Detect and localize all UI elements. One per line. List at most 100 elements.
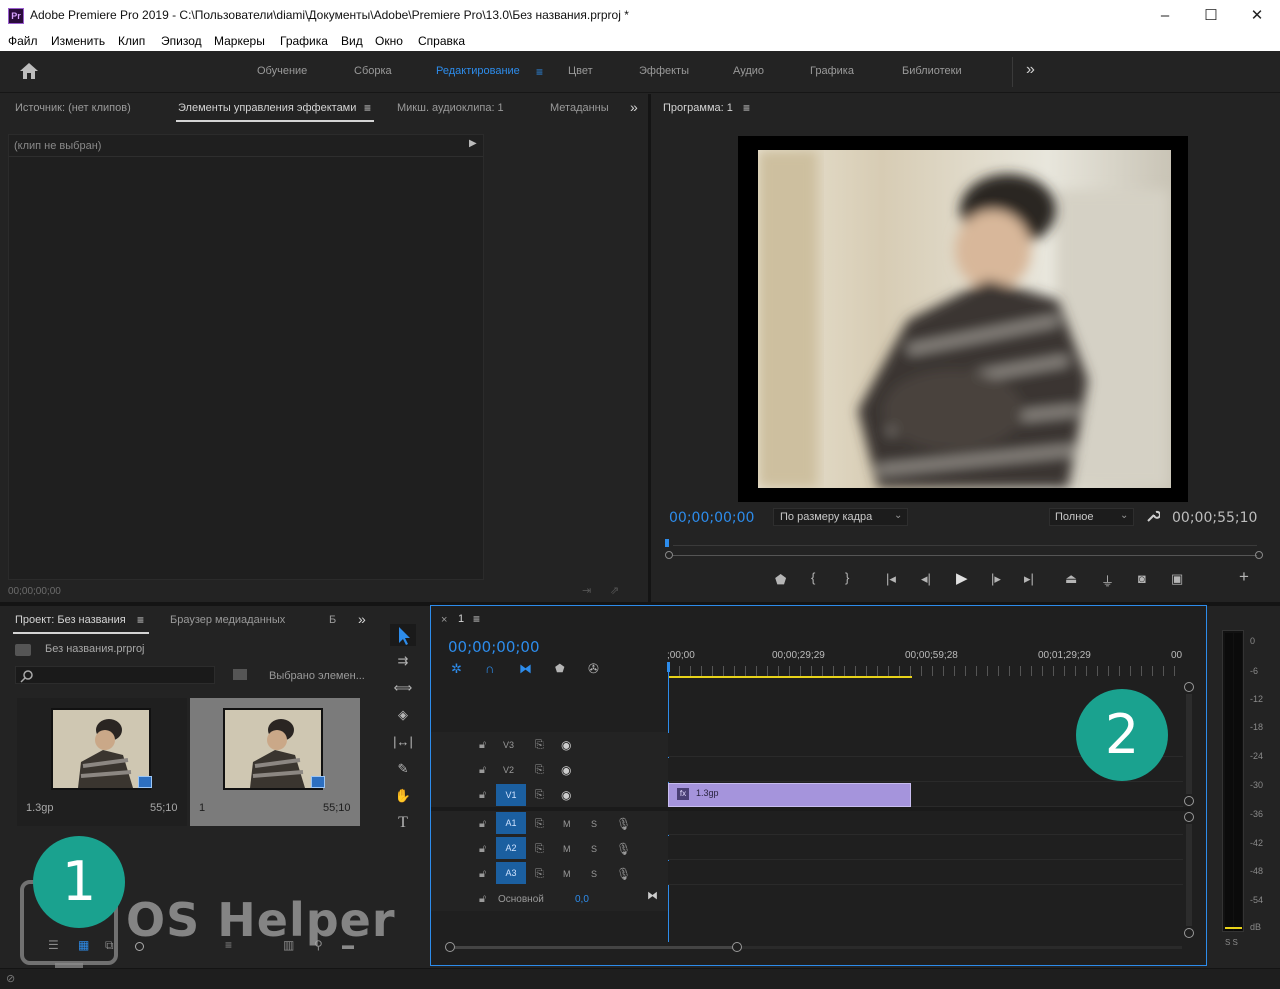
program-scrubber[interactable]	[665, 539, 1265, 559]
add-marker-icon[interactable]: ⬟	[775, 572, 786, 588]
microphone-icon[interactable]: 🎙︎	[616, 842, 631, 856]
sync-lock-icon[interactable]: ⎘	[535, 764, 544, 777]
audio-scrollbar[interactable]	[1186, 824, 1192, 926]
lock-icon[interactable]: 🔓︎	[479, 739, 486, 752]
microphone-icon[interactable]: 🎙︎	[616, 867, 631, 881]
home-icon[interactable]	[19, 62, 39, 80]
razor-tool-icon[interactable]: ◈	[392, 707, 414, 723]
project-item[interactable]: 1 55;10	[190, 698, 360, 826]
close-sequence-icon[interactable]: ×	[441, 614, 447, 626]
selection-tool-icon[interactable]	[390, 624, 416, 646]
track-select-tool-icon[interactable]: ⇉	[392, 653, 414, 669]
workspace-graphics[interactable]: Графика	[810, 65, 854, 77]
go-to-start-icon[interactable]: ⧓	[647, 889, 658, 902]
track-label-v2[interactable]: V2	[503, 765, 514, 775]
mute-button[interactable]: M	[563, 869, 571, 879]
track-target-a3[interactable]: A3	[496, 862, 526, 884]
workspace-color[interactable]: Цвет	[568, 65, 593, 77]
workspace-menu-icon[interactable]: ≡	[536, 65, 543, 79]
video-scroll-handle[interactable]	[1184, 682, 1194, 692]
lock-icon[interactable]: 🔓︎	[479, 764, 486, 777]
lock-icon[interactable]: 🔓︎	[479, 789, 486, 802]
video-clip[interactable]: fx 1.3gp	[668, 783, 911, 807]
tab-media-browser[interactable]: Браузер медиаданных	[170, 614, 285, 626]
a3-lane[interactable]	[668, 861, 1183, 885]
timeline-settings-icon[interactable]: ✇	[588, 661, 599, 677]
solo-button[interactable]: S	[591, 844, 597, 854]
pen-tool-icon[interactable]: ✎	[392, 761, 414, 777]
program-title[interactable]: Программа: 1	[663, 102, 733, 114]
tab-effect-controls[interactable]: Элементы управления эффектами	[178, 102, 356, 114]
tab-audio-clip-mixer[interactable]: Микш. аудиоклипа: 1	[397, 102, 504, 114]
sync-lock-icon[interactable]: ⎘	[535, 789, 544, 802]
lift-icon[interactable]: ⏏	[1065, 571, 1077, 587]
sync-lock-icon[interactable]: ⎘	[535, 843, 544, 856]
type-tool-icon[interactable]: T	[392, 814, 414, 832]
fit-dropdown[interactable]: По размеру кадра ⌄	[773, 508, 908, 526]
solo-button[interactable]: S	[591, 819, 597, 829]
menu-window[interactable]: Окно	[375, 34, 403, 48]
h-scroll-start[interactable]	[445, 942, 455, 952]
program-current-timecode[interactable]: 00;00;00;00	[669, 510, 754, 526]
panel-more-icon[interactable]: »	[630, 99, 638, 115]
workspace-learning[interactable]: Обучение	[257, 65, 307, 77]
menu-markers[interactable]: Маркеры	[214, 34, 265, 48]
linked-selection-icon[interactable]: ⧓	[519, 661, 532, 677]
new-bin-icon[interactable]	[233, 669, 247, 680]
menu-help[interactable]: Справка	[418, 34, 465, 48]
timeline-playhead-head[interactable]	[667, 662, 670, 672]
close-button[interactable]: ✕	[1234, 0, 1280, 31]
mute-button[interactable]: M	[563, 844, 571, 854]
step-back-icon[interactable]: ◂|	[921, 571, 931, 587]
step-forward-icon[interactable]: |▸	[991, 571, 1001, 587]
maximize-button[interactable]: ☐	[1188, 0, 1234, 31]
minimize-button[interactable]: –	[1142, 0, 1188, 31]
sequence-tab[interactable]: 1	[458, 613, 464, 625]
a2-lane[interactable]	[668, 836, 1183, 860]
audio-scroll-handle[interactable]	[1184, 928, 1194, 938]
menu-graphics[interactable]: Графика	[280, 34, 328, 48]
tab-source[interactable]: Источник: (нет клипов)	[15, 102, 131, 114]
go-to-out-icon[interactable]: ▸|	[1024, 571, 1034, 587]
tab-metadata[interactable]: Метаданны	[550, 102, 609, 114]
quality-dropdown[interactable]: Полное ⌄	[1049, 508, 1134, 526]
workspace-editing[interactable]: Редактирование	[436, 65, 520, 77]
sync-lock-icon[interactable]: ⎘	[535, 868, 544, 881]
sequence-menu-icon[interactable]: ≡	[473, 612, 480, 626]
tab-menu-icon[interactable]: ≡	[364, 101, 371, 115]
menu-clip[interactable]: Клип	[118, 34, 145, 48]
mute-button[interactable]: M	[563, 819, 571, 829]
eye-icon[interactable]: ◉	[561, 788, 571, 802]
track-target-a2[interactable]: A2	[496, 837, 526, 859]
project-menu-icon[interactable]: ≡	[137, 613, 144, 627]
slip-tool-icon[interactable]: |↔|	[392, 734, 414, 749]
extract-icon[interactable]: ⏚	[1101, 571, 1114, 590]
project-search-input[interactable]	[15, 666, 215, 684]
menu-edit[interactable]: Изменить	[51, 34, 105, 48]
play-button-icon[interactable]: ▶	[956, 569, 968, 587]
add-button-icon[interactable]: +	[1239, 567, 1249, 587]
lock-icon[interactable]: 🔓︎	[479, 868, 486, 881]
track-label-v3[interactable]: V3	[503, 740, 514, 750]
scroll-end-handle[interactable]	[1255, 551, 1263, 559]
ripple-edit-tool-icon[interactable]: ⟺	[392, 680, 414, 696]
menu-sequence[interactable]: Эпизод	[161, 34, 202, 48]
camera-icon[interactable]: ◙	[1138, 571, 1146, 586]
meter-solo-buttons[interactable]: S S	[1225, 938, 1238, 947]
timeline-timecode[interactable]: 00;00;00;00	[448, 638, 540, 656]
eye-icon[interactable]: ◉	[561, 763, 571, 777]
sync-lock-icon[interactable]: ⎘	[535, 818, 544, 831]
audio-scroll-handle[interactable]	[1184, 812, 1194, 822]
master-volume-value[interactable]: 0,0	[575, 894, 589, 905]
add-marker-icon[interactable]: ⬟	[555, 662, 565, 675]
track-target-v1[interactable]: V1	[496, 784, 526, 806]
h-scroll-end[interactable]	[732, 942, 742, 952]
hand-tool-icon[interactable]: ✋	[392, 788, 414, 804]
solo-button[interactable]: S	[591, 869, 597, 879]
microphone-icon[interactable]: 🎙︎	[616, 817, 631, 831]
play-arrow-icon[interactable]: ▶	[469, 138, 477, 149]
eye-icon[interactable]: ◉	[561, 738, 571, 752]
mark-in-icon[interactable]: {	[811, 570, 815, 585]
track-target-a1[interactable]: A1	[496, 812, 526, 834]
ruler-ticks[interactable]	[668, 666, 1183, 676]
